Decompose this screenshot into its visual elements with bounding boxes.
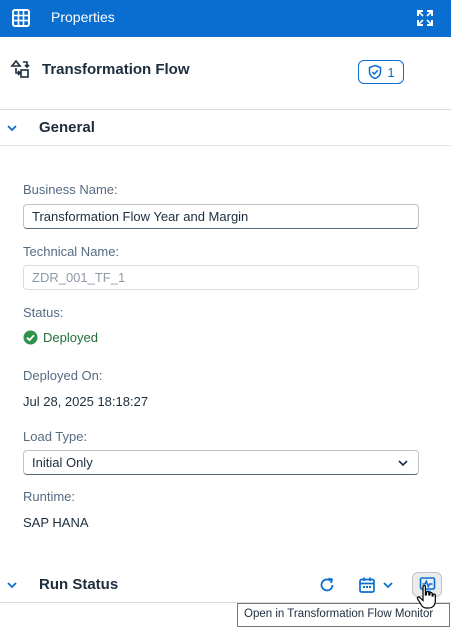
object-title: Transformation Flow: [42, 61, 190, 78]
chevron-down-icon[interactable]: [382, 579, 394, 591]
general-section-header[interactable]: General: [0, 110, 451, 146]
shield-check-icon: [369, 64, 382, 80]
transformation-flow-icon: [10, 59, 30, 78]
status-value: Deployed: [23, 330, 98, 345]
chevron-down-icon[interactable]: [6, 579, 18, 591]
validation-badge[interactable]: 1: [358, 60, 404, 84]
grid-icon: [12, 9, 30, 27]
deployed-on-label: Deployed On:: [23, 368, 103, 383]
business-name-label: Business Name:: [23, 182, 118, 197]
chevron-down-icon[interactable]: [6, 122, 18, 134]
load-type-select[interactable]: Initial Only: [23, 450, 419, 475]
runtime-value: SAP HANA: [23, 515, 89, 530]
technical-name-field: ZDR_001_TF_1: [23, 265, 419, 290]
refresh-icon[interactable]: [318, 576, 336, 594]
run-status-title: Run Status: [39, 576, 119, 593]
status-label: Status:: [23, 305, 64, 320]
load-type-selected: Initial Only: [32, 455, 93, 470]
load-type-label: Load Type:: [23, 429, 88, 444]
badge-count: 1: [387, 64, 395, 80]
status-text: Deployed: [43, 330, 98, 345]
chevron-down-icon: [398, 460, 408, 467]
deployed-on-value: Jul 28, 2025 18:18:27: [23, 394, 149, 409]
panel-title: Properties: [51, 9, 115, 25]
runtime-label: Runtime:: [23, 489, 76, 504]
properties-header-bar: Properties: [0, 0, 451, 37]
check-circle-icon: [23, 330, 38, 345]
object-header: Transformation Flow 1: [0, 37, 451, 110]
run-status-section-header[interactable]: Run Status: [0, 567, 451, 603]
general-section-title: General: [39, 119, 95, 136]
calendar-icon[interactable]: [358, 576, 376, 594]
expand-icon[interactable]: [415, 8, 435, 28]
hand-cursor-icon: [416, 585, 436, 609]
business-name-field[interactable]: Transformation Flow Year and Margin: [23, 204, 419, 229]
technical-name-label: Technical Name:: [23, 244, 120, 259]
